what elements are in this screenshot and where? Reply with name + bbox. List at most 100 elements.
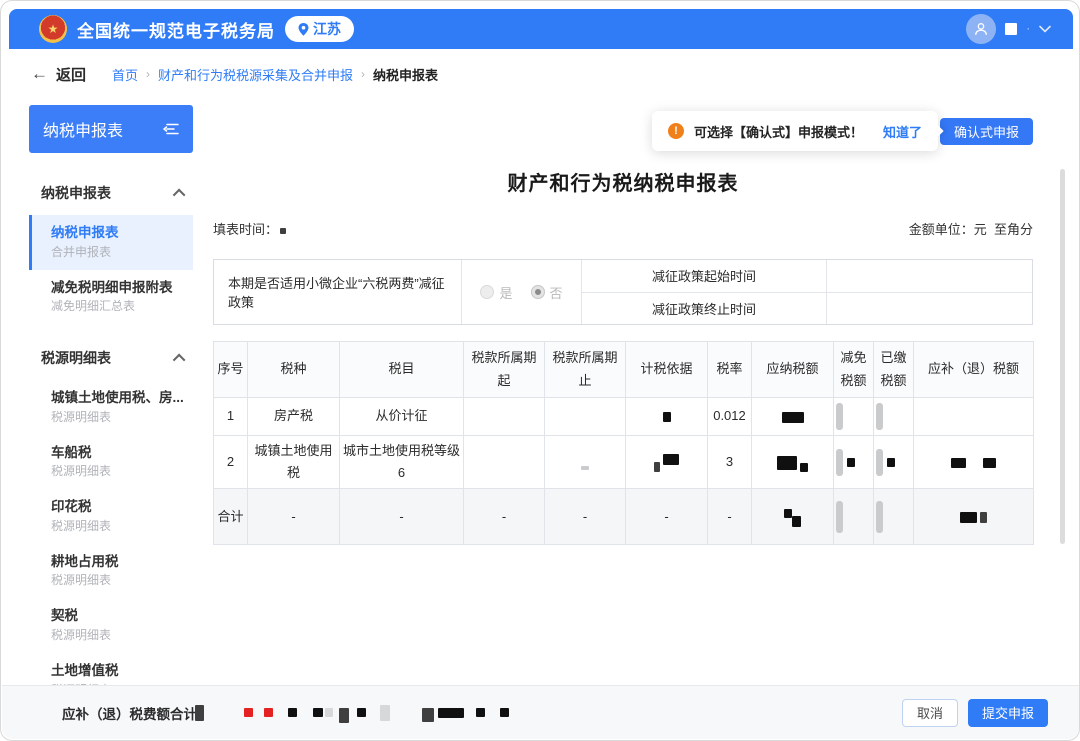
redacted-total-value bbox=[199, 703, 509, 723]
cancel-button[interactable]: 取消 bbox=[902, 699, 958, 727]
redaction-mark bbox=[792, 516, 801, 527]
redaction-mark bbox=[288, 708, 297, 717]
reduction-start-value[interactable] bbox=[827, 260, 1032, 292]
breadcrumb-separator: › bbox=[146, 67, 150, 81]
cell-seq: 2 bbox=[214, 436, 248, 489]
cell-basis bbox=[626, 398, 708, 436]
redaction-mark bbox=[581, 466, 589, 470]
breadcrumb: 首页 › 财产和行为税税源采集及合并申报 › 纳税申报表 bbox=[112, 65, 438, 84]
sidebar-group-label: 纳税申报表 bbox=[41, 183, 111, 203]
sidebar-item-reduction-schedule[interactable]: 减免税明细申报附表 减免明细汇总表 bbox=[29, 270, 193, 325]
redaction-mark bbox=[777, 456, 797, 470]
breadcrumb-collection[interactable]: 财产和行为税税源采集及合并申报 bbox=[158, 65, 353, 84]
sidebar-item-subtitle: 合并申报表 bbox=[51, 243, 183, 261]
sidebar-item-title: 减免税明细申报附表 bbox=[51, 278, 183, 298]
col-header-rate: 税率 bbox=[708, 342, 752, 398]
cell-rate: - bbox=[708, 489, 752, 545]
declaration-table: 序号 税种 税目 税款所属期起 税款所属期止 计税依据 税率 应纳税额 减免税额… bbox=[213, 341, 1034, 545]
total-label: 应补（退）税费额合计 bbox=[62, 703, 197, 723]
col-header-reduced: 减免税额 bbox=[834, 342, 874, 398]
sidebar: 纳税申报表 纳税申报表 纳税申报表 合并申报表 减免税明细申报附表 减免明细汇总… bbox=[29, 105, 193, 687]
redaction-mark bbox=[195, 705, 204, 721]
redaction-mark bbox=[280, 228, 286, 234]
main-content: ! 可选择【确认式】申报模式！ 知道了 确认式申报 财产和行为税纳税申报表 填表… bbox=[213, 105, 1033, 687]
sidebar-item-declaration-form[interactable]: 纳税申报表 合并申报表 bbox=[29, 215, 193, 270]
user-avatar-icon bbox=[966, 14, 996, 44]
sidebar-item-subtitle: 税源明细表 bbox=[51, 571, 183, 589]
sidebar-group-declaration[interactable]: 纳税申报表 bbox=[29, 153, 193, 215]
app-title: 全国统一规范电子税务局 bbox=[77, 17, 275, 42]
cell-basis bbox=[626, 436, 708, 489]
redaction-mark bbox=[980, 512, 987, 523]
sidebar-item-vehicle-vessel-tax[interactable]: 车船税 税源明细表 bbox=[29, 435, 193, 490]
reduction-start-label: 减征政策起始时间 bbox=[582, 260, 827, 292]
redaction-mark bbox=[960, 512, 977, 523]
back-label: 返回 bbox=[56, 64, 86, 85]
sidebar-item-title: 契税 bbox=[51, 606, 183, 626]
confirm-mode-button[interactable]: 确认式申报 bbox=[940, 118, 1033, 145]
cell-period-start: - bbox=[464, 489, 545, 545]
redaction-mark bbox=[847, 458, 855, 467]
sidebar-item-deed-tax[interactable]: 契税 税源明细表 bbox=[29, 598, 193, 653]
submit-declaration-button[interactable]: 提交申报 bbox=[968, 699, 1048, 727]
back-button[interactable]: ← 返回 bbox=[31, 64, 86, 85]
vertical-scrollbar[interactable] bbox=[1060, 169, 1065, 544]
redaction-mark bbox=[836, 403, 843, 430]
sidebar-item-title: 耕地占用税 bbox=[51, 552, 183, 572]
sidebar-item-subtitle: 税源明细表 bbox=[51, 462, 183, 480]
sidebar-group-tax-source[interactable]: 税源明细表 bbox=[29, 324, 193, 380]
chevron-up-icon bbox=[173, 353, 186, 366]
cell-period-end: - bbox=[545, 489, 626, 545]
page-title: 财产和行为税纳税申报表 bbox=[213, 167, 1033, 196]
breadcrumb-separator: › bbox=[361, 67, 365, 81]
amount-unit-label: 金额单位：元 至角分 bbox=[909, 219, 1033, 238]
policy-question-label: 本期是否适用小微企业“六税两费”减征政策 bbox=[214, 260, 462, 324]
reduction-end-label: 减征政策终止时间 bbox=[582, 293, 827, 325]
redaction-mark bbox=[654, 462, 660, 472]
cell-period-end bbox=[545, 436, 626, 489]
breadcrumb-home[interactable]: 首页 bbox=[112, 65, 138, 84]
sidebar-item-farmland-occupation-tax[interactable]: 耕地占用税 税源明细表 bbox=[29, 544, 193, 599]
col-header-period-end: 税款所属期止 bbox=[545, 342, 626, 398]
radio-no-label: 否 bbox=[550, 283, 563, 302]
breadcrumb-current: 纳税申报表 bbox=[373, 65, 438, 84]
redaction-mark bbox=[876, 403, 883, 430]
radio-yes[interactable]: 是 bbox=[480, 283, 512, 302]
sidebar-panel-header: 纳税申报表 bbox=[29, 105, 193, 153]
radio-no[interactable]: 否 bbox=[531, 283, 563, 302]
back-arrow-icon: ← bbox=[31, 64, 48, 84]
sidebar-item-land-appreciation-tax[interactable]: 土地增值税 税源明细表 bbox=[29, 653, 193, 687]
redaction-mark bbox=[339, 708, 349, 723]
sidebar-item-title: 城镇土地使用税、房... bbox=[51, 388, 183, 408]
sidebar-item-subtitle: 税源明细表 bbox=[51, 626, 183, 644]
reduction-end-value[interactable] bbox=[827, 293, 1032, 325]
redaction-mark bbox=[836, 501, 843, 533]
total-summary: 应补（退）税费额合计 bbox=[62, 703, 509, 723]
cell-reduced bbox=[834, 489, 874, 545]
redaction-mark bbox=[422, 708, 434, 722]
redaction-mark bbox=[951, 458, 966, 468]
cell-period-start bbox=[464, 436, 545, 489]
fill-time-label: 填表时间： bbox=[213, 219, 278, 238]
region-label: 江苏 bbox=[313, 19, 341, 39]
collapse-sidebar-icon[interactable] bbox=[163, 122, 179, 136]
toast-dismiss-link[interactable]: 知道了 bbox=[883, 122, 922, 141]
sidebar-item-urban-land-tax[interactable]: 城镇土地使用税、房... 税源明细表 bbox=[29, 380, 193, 435]
col-header-paid: 已缴税额 bbox=[874, 342, 914, 398]
user-menu[interactable]: · bbox=[966, 14, 1051, 44]
radio-yes-circle[interactable] bbox=[480, 285, 494, 299]
sidebar-item-stamp-tax[interactable]: 印花税 税源明细表 bbox=[29, 489, 193, 544]
app-window: ★ 全国统一规范电子税务局 江苏 · ← 返回 首页 › 财产和行为税税源采集及… bbox=[0, 0, 1080, 741]
cell-tax-type: 房产税 bbox=[248, 398, 340, 436]
sidebar-item-subtitle: 税源明细表 bbox=[51, 408, 183, 426]
cell-seq: 1 bbox=[214, 398, 248, 436]
cell-paid bbox=[874, 489, 914, 545]
col-header-seq: 序号 bbox=[214, 342, 248, 398]
region-selector[interactable]: 江苏 bbox=[285, 16, 354, 42]
redaction-mark bbox=[500, 708, 509, 717]
col-header-tax-type: 税种 bbox=[248, 342, 340, 398]
redaction-mark bbox=[876, 501, 883, 533]
sidebar-panel-title: 纳税申报表 bbox=[43, 117, 123, 141]
radio-no-circle[interactable] bbox=[531, 285, 545, 299]
sidebar-item-subtitle: 减免明细汇总表 bbox=[51, 297, 183, 315]
